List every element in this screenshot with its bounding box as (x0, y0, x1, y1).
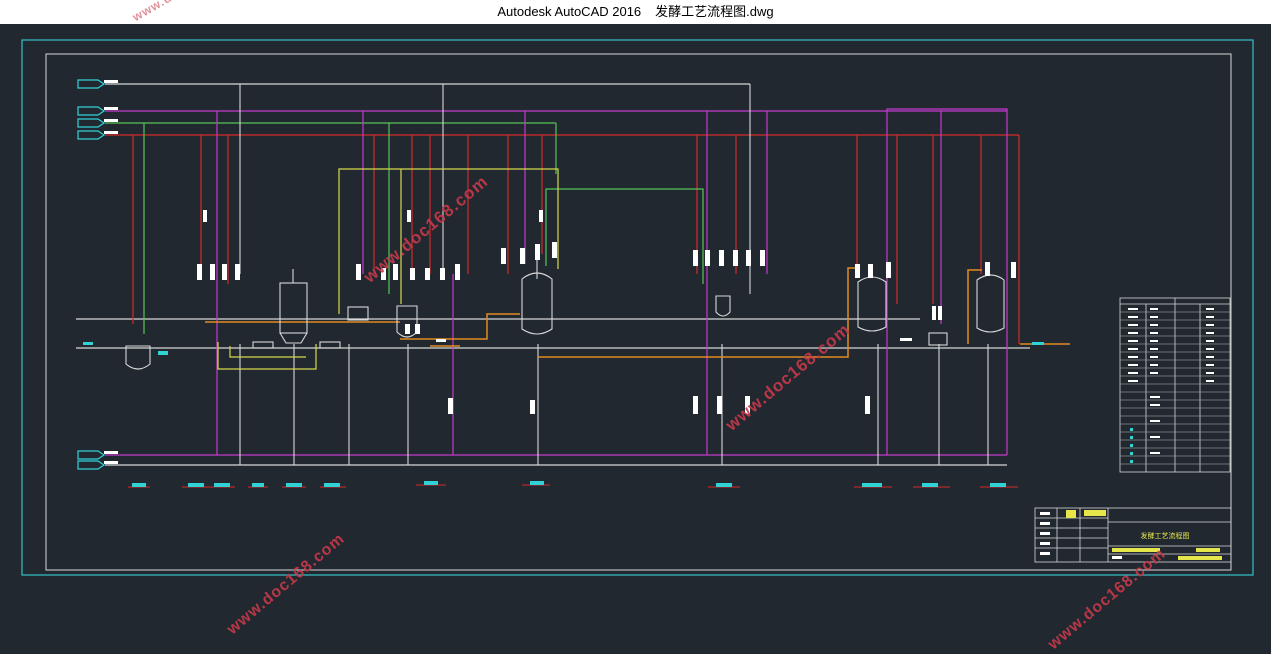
inner-frame (45, 53, 1232, 571)
line-tags (77, 79, 106, 470)
white-lines (239, 84, 989, 465)
utility-header-lines (105, 83, 1019, 466)
valve-marks (197, 210, 1016, 414)
drawing-canvas[interactable]: 发酵工艺流程图 (0, 24, 1271, 615)
cad-drawing: 发酵工艺流程图 (21, 39, 1254, 576)
outer-border (21, 39, 1254, 576)
magenta-lines (216, 108, 1008, 455)
app-title: Autodesk AutoCAD 2016 (497, 4, 642, 19)
title-block (1034, 507, 1232, 563)
window-title-bar: Autodesk AutoCAD 2016 发酵工艺流程图.dwg (0, 0, 1271, 24)
title-block-title: 发酵工艺流程图 (1141, 531, 1190, 540)
file-name: 发酵工艺流程图.dwg (655, 4, 774, 19)
